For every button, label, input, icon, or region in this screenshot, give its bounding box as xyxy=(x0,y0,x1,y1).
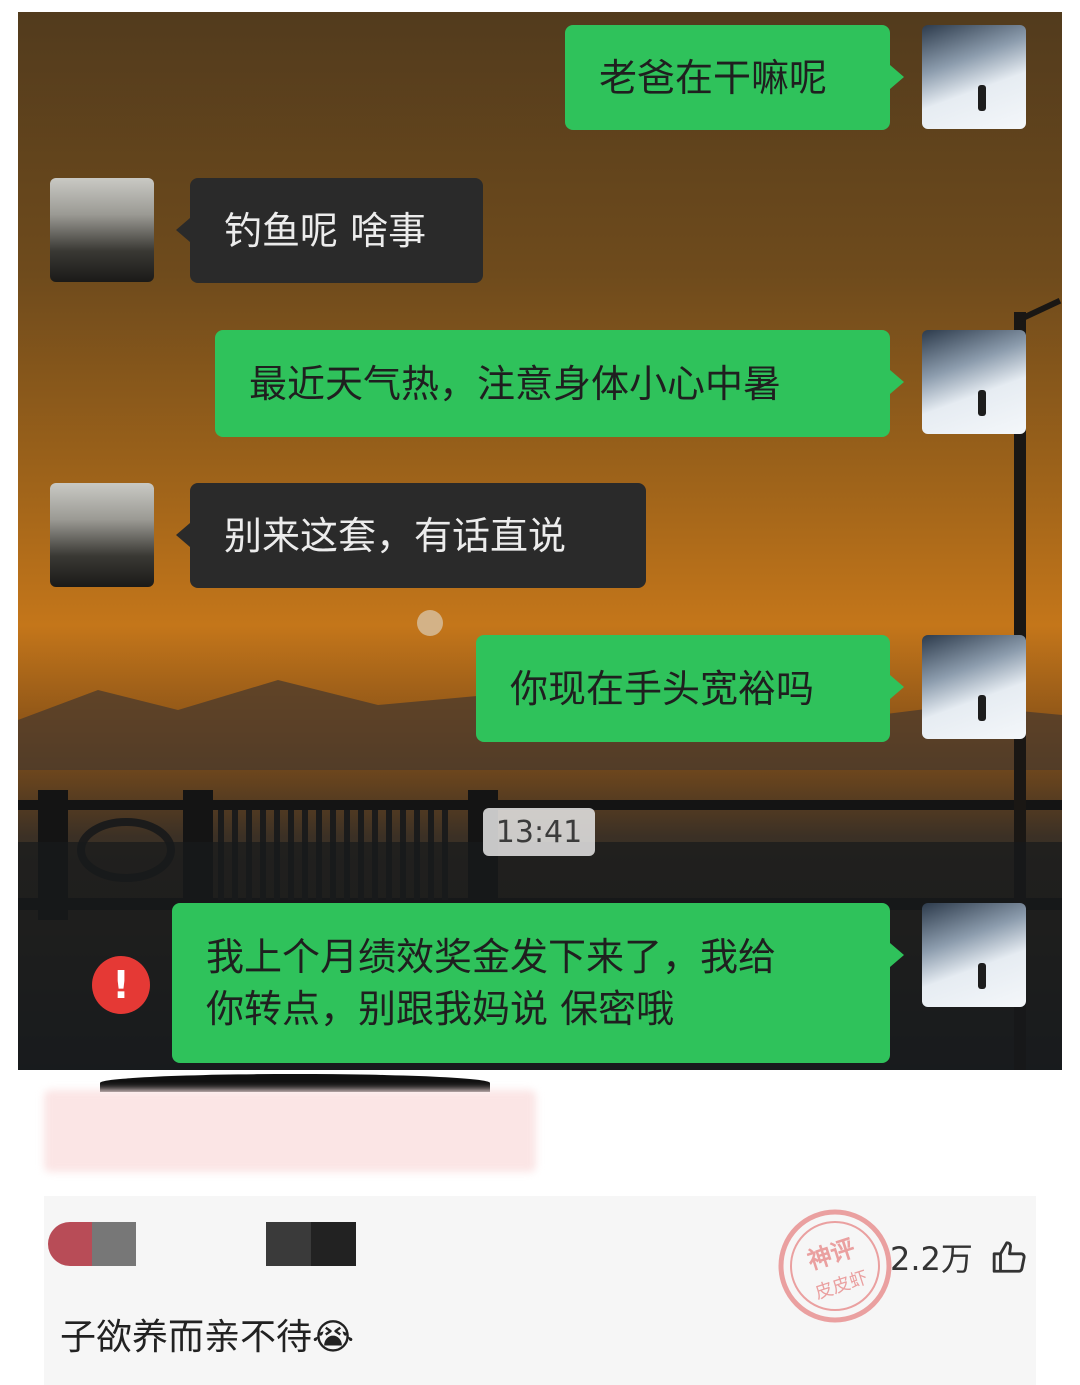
like-count-area[interactable]: 2.2万 xyxy=(890,1234,1029,1280)
message-bubble-me[interactable]: 你现在手头宽裕吗 xyxy=(476,635,904,742)
comment-text: 子欲养而亲不待😭 xyxy=(60,1317,355,1358)
watermark-line1: 神评 xyxy=(804,1234,858,1275)
like-count: 2.2万 xyxy=(890,1240,973,1278)
avatar-figure xyxy=(978,695,986,721)
message-text-line: 你转点，别跟我妈说 保密哦 xyxy=(206,987,675,1031)
light-pole-arm xyxy=(1018,297,1062,323)
comment-card: 神评 皮皮虾 2.2万 子欲养而亲不待😭 xyxy=(44,1196,1036,1385)
redacted-text xyxy=(44,1090,536,1172)
avatar-figure xyxy=(978,85,986,111)
message-text: 钓鱼呢 啥事 xyxy=(224,208,427,253)
avatar-me[interactable] xyxy=(922,330,1026,434)
avatar-dad[interactable] xyxy=(50,483,154,587)
chat-screenshot: 老爸在干嘛呢 钓鱼呢 啥事 最近天气热，注意身体小心中暑 别来这套，有话直说 你… xyxy=(0,0,1080,1070)
send-failed-icon[interactable]: ! xyxy=(92,956,150,1014)
message-bubble-me[interactable]: 最近天气热，注意身体小心中暑 xyxy=(215,330,904,437)
message-bubble-me[interactable]: 老爸在干嘛呢 xyxy=(565,25,904,130)
avatar-figure xyxy=(978,390,986,416)
message-text-line: 我上个月绩效奖金发下来了，我给 xyxy=(206,935,777,979)
avatar-dad[interactable] xyxy=(50,178,154,282)
avatar-me[interactable] xyxy=(922,903,1026,1007)
message-text: 别来这套，有话直说 xyxy=(224,513,567,558)
commenter-avatar-redacted[interactable] xyxy=(48,1222,136,1266)
message-timestamp: 13:41 xyxy=(483,808,595,856)
message-bubble-me[interactable]: 我上个月绩效奖金发下来了，我给 你转点，别跟我妈说 保密哦 xyxy=(172,903,904,1063)
avatar-me[interactable] xyxy=(922,25,1026,129)
avatar-figure xyxy=(978,963,986,989)
message-text: 你现在手头宽裕吗 xyxy=(510,666,815,711)
watermark-line2: 皮皮虾 xyxy=(812,1267,870,1304)
message-bubble-dad[interactable]: 别来这套，有话直说 xyxy=(176,483,646,588)
commenter-name-redacted[interactable] xyxy=(266,1222,356,1266)
thumbs-up-icon[interactable] xyxy=(991,1238,1029,1276)
message-text: 老爸在干嘛呢 xyxy=(599,55,828,100)
watermark-stamp: 神评 皮皮虾 xyxy=(778,1209,892,1323)
sun xyxy=(417,610,443,636)
avatar-me[interactable] xyxy=(922,635,1026,739)
message-bubble-dad[interactable]: 钓鱼呢 啥事 xyxy=(176,178,483,283)
message-text: 最近天气热，注意身体小心中暑 xyxy=(249,361,782,406)
